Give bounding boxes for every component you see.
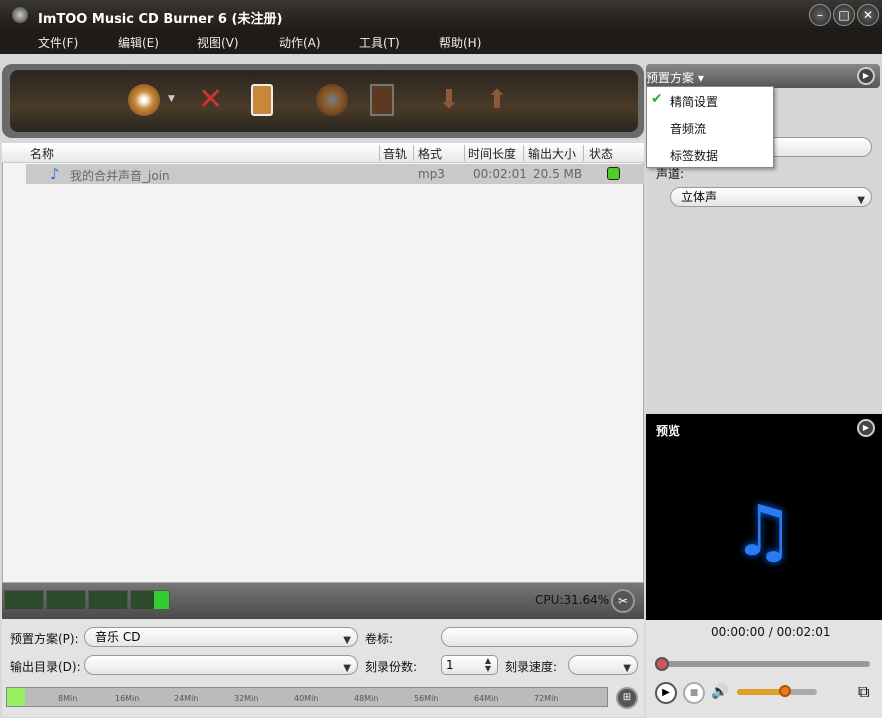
burn-button[interactable] — [316, 84, 348, 116]
col-track[interactable]: 音轨 — [383, 145, 407, 162]
tick-label: 32Min — [234, 694, 259, 703]
speed-label: 刻录速度: — [505, 660, 558, 674]
window-title: ImTOO Music CD Burner 6 (未注册) — [38, 12, 283, 27]
add-file-button[interactable] — [128, 84, 160, 116]
status-ok-icon — [607, 167, 620, 180]
clear-list-button[interactable] — [251, 84, 273, 116]
preset-menu-button[interactable]: 预置方案 ▾ — [646, 69, 704, 86]
col-sep — [464, 145, 465, 161]
preview-expand-button[interactable]: ▶ — [857, 419, 875, 437]
minimize-button[interactable]: – — [809, 4, 831, 26]
col-name[interactable]: 名称 — [30, 145, 54, 162]
capacity-used-fill — [7, 688, 25, 706]
col-status[interactable]: 状态 — [589, 145, 613, 162]
preset-value: 音乐 CD — [95, 630, 141, 644]
tick-label: 24Min — [174, 694, 199, 703]
row-format: mp3 — [418, 167, 445, 181]
copies-stepper[interactable]: 1 ▲ ▼ — [441, 655, 498, 675]
panel-expand-button[interactable]: ▶ — [857, 67, 875, 85]
settings-tools-button[interactable]: ✂ — [611, 589, 635, 613]
row-name: 我的合并声音_join — [70, 169, 170, 183]
snapshot-icon[interactable]: ⧉ — [858, 682, 869, 702]
col-format[interactable]: 格式 — [418, 145, 442, 162]
move-up-button[interactable]: ⬆ — [486, 84, 518, 116]
col-sep — [523, 145, 524, 161]
seek-handle[interactable] — [655, 657, 669, 671]
menu-file[interactable]: 文件(F) — [38, 34, 78, 51]
menu-item-simple-settings[interactable]: 精简设置 — [670, 93, 718, 110]
volume-fill — [737, 689, 785, 695]
cpu-meter — [4, 590, 44, 610]
move-down-button[interactable]: ⬇ — [438, 84, 470, 116]
music-note-icon: ♪ — [50, 165, 60, 183]
menu-view[interactable]: 视图(V) — [197, 34, 239, 51]
app-logo-icon — [12, 7, 28, 23]
cpu-meter — [88, 590, 128, 610]
volume-slider[interactable] — [737, 689, 817, 695]
play-button[interactable]: ▶ — [655, 682, 677, 704]
preview-title: 预览 — [656, 424, 681, 438]
row-size: 20.5 MB — [533, 167, 583, 181]
col-duration[interactable]: 时间长度 — [468, 145, 516, 162]
add-dropdown-icon[interactable]: ▼ — [168, 94, 175, 104]
chevron-down-icon: ▼ — [343, 663, 351, 674]
menu-edit[interactable]: 编辑(E) — [118, 34, 159, 51]
cpu-meter — [130, 590, 170, 610]
volume-label-input[interactable] — [441, 627, 638, 647]
chevron-down-icon: ▼ — [623, 663, 631, 674]
chevron-down-icon: ▼ — [343, 635, 351, 646]
volume-handle[interactable] — [779, 685, 791, 697]
copies-value: 1 — [446, 658, 454, 672]
playback-time: 00:00:00 / 00:02:01 — [711, 625, 831, 639]
col-sep — [413, 145, 414, 161]
menu-help[interactable]: 帮助(H) — [439, 34, 481, 51]
maximize-button[interactable]: □ — [833, 4, 855, 26]
capacity-toggle-button[interactable]: ⊞ — [616, 687, 638, 709]
output-dir-select[interactable]: ▼ — [84, 655, 358, 675]
seek-slider[interactable] — [656, 661, 870, 667]
preset-header-label: 预置方案 — [646, 71, 695, 85]
col-size[interactable]: 输出大小 — [528, 145, 576, 162]
volume-label: 卷标: — [365, 632, 394, 646]
preset-select[interactable]: 音乐 CD ▼ — [84, 627, 358, 647]
music-note-icon: ♫ — [732, 490, 795, 572]
file-list — [2, 143, 644, 583]
tick-label: 48Min — [354, 694, 379, 703]
speed-select[interactable]: ▼ — [568, 655, 638, 675]
menu-item-tag-data[interactable]: 标签数据 — [670, 147, 718, 164]
stop-playback-button[interactable]: ■ — [683, 682, 705, 704]
close-button[interactable]: ✕ — [857, 4, 879, 26]
chevron-down-icon: ▼ — [857, 195, 865, 206]
tick-label: 40Min — [294, 694, 319, 703]
col-sep — [379, 145, 380, 161]
menu-item-audio-stream[interactable]: 音频流 — [670, 120, 706, 137]
stepper-arrows-icon[interactable]: ▲ ▼ — [485, 657, 491, 673]
tick-label: 72Min — [534, 694, 559, 703]
preset-label: 预置方案(P): — [10, 632, 79, 646]
channel-select[interactable]: 立体声 ▼ — [670, 187, 872, 207]
copies-label: 刻录份数: — [365, 660, 418, 674]
stop-button[interactable] — [370, 84, 394, 116]
tick-label: 8Min — [58, 694, 78, 703]
channel-value: 立体声 — [681, 190, 718, 204]
cpu-meter — [46, 590, 86, 610]
checkmark-icon: ✔ — [651, 91, 663, 107]
cpu-usage: CPU:31.64% — [535, 593, 610, 607]
menu-tools[interactable]: 工具(T) — [359, 34, 400, 51]
tick-label: 56Min — [414, 694, 439, 703]
tick-label: 16Min — [115, 694, 140, 703]
output-dir-label: 输出目录(D): — [10, 660, 81, 674]
tick-label: 64Min — [474, 694, 499, 703]
volume-icon: 🔊 — [711, 684, 729, 700]
menu-action[interactable]: 动作(A) — [279, 34, 321, 51]
remove-button[interactable]: ✕ — [198, 84, 230, 116]
row-duration: 00:02:01 — [473, 167, 527, 181]
col-sep — [583, 145, 584, 161]
